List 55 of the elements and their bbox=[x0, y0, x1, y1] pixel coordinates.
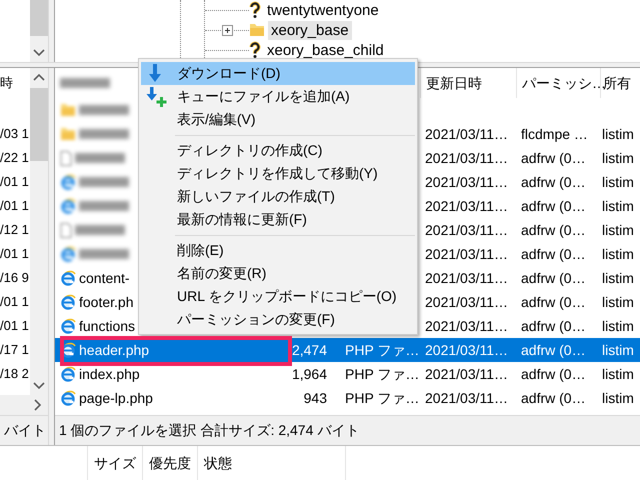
permissions-cell: adfrw (0… bbox=[521, 294, 586, 310]
size-cell: 943 bbox=[304, 390, 327, 406]
permissions-cell: adfrw (0… bbox=[521, 342, 586, 358]
status-text: 1 個のファイルを選択 合計サイズ: 2,474 バイト bbox=[59, 421, 360, 440]
status-text: バイト bbox=[4, 421, 46, 440]
type-cell: PHP ファ… bbox=[345, 366, 420, 382]
owner-cell: listim bbox=[602, 318, 634, 334]
permissions-cell: adfrw (0… bbox=[521, 318, 586, 334]
permissions-cell: adfrw (0… bbox=[521, 222, 586, 238]
date-cell: 2021/03/11… bbox=[425, 318, 508, 334]
date-cell: 2021/03/11… bbox=[425, 174, 508, 190]
owner-cell: listim bbox=[602, 294, 634, 310]
date-cell: 2021/03/11… bbox=[425, 222, 508, 238]
date-cell-text: /12 1 bbox=[0, 221, 29, 240]
date-cell-text: /01 1 bbox=[0, 293, 29, 312]
date-cell-text: /01 1 bbox=[0, 317, 29, 336]
owner-cell: listim bbox=[602, 366, 634, 382]
type-cell: PHP ファ… bbox=[345, 342, 420, 358]
date-cell-text: /16 9 bbox=[0, 269, 29, 288]
permissions-cell: flcdmpe … bbox=[521, 126, 588, 142]
date-cell-text: /01 1 bbox=[0, 245, 29, 264]
date-cell: 2021/03/11… bbox=[425, 126, 508, 142]
date-cell-text: /01 1 bbox=[0, 173, 29, 192]
size-cell: 2,474 bbox=[292, 342, 327, 358]
owner-cell: listim bbox=[602, 342, 634, 358]
date-cell: 2021/03/11… bbox=[425, 366, 508, 382]
date-cell: 2021/03/11… bbox=[425, 198, 508, 214]
owner-cell: listim bbox=[602, 390, 634, 406]
owner-cell: listim bbox=[602, 126, 634, 142]
date-cell-text: /18 2 bbox=[0, 365, 29, 384]
owner-cell: listim bbox=[602, 246, 634, 262]
date-cell-text: /01 1 bbox=[0, 197, 29, 216]
owner-cell: listim bbox=[602, 270, 634, 286]
date-cell-text: /22 1 bbox=[0, 149, 29, 168]
date-cell: 2021/03/11… bbox=[425, 150, 508, 166]
permissions-cell: adfrw (0… bbox=[521, 366, 586, 382]
permissions-cell: adfrw (0… bbox=[521, 174, 586, 190]
permissions-cell: adfrw (0… bbox=[521, 270, 586, 286]
permissions-cell: adfrw (0… bbox=[521, 246, 586, 262]
size-cell: 1,964 bbox=[292, 366, 327, 382]
permissions-cell: adfrw (0… bbox=[521, 198, 586, 214]
date-cell: 2021/03/11… bbox=[425, 294, 508, 310]
owner-cell: listim bbox=[602, 174, 634, 190]
date-cell-text: /17 1 bbox=[0, 341, 29, 360]
date-cell: 2021/03/11… bbox=[425, 390, 508, 406]
type-cell: PHP ファ… bbox=[345, 390, 420, 406]
owner-cell: listim bbox=[602, 222, 634, 238]
date-cell: 2021/03/11… bbox=[425, 246, 508, 262]
date-cell: 2021/03/11… bbox=[425, 342, 508, 358]
permissions-cell: adfrw (0… bbox=[521, 150, 586, 166]
owner-cell: listim bbox=[602, 150, 634, 166]
permissions-cell: adfrw (0… bbox=[521, 390, 586, 406]
owner-cell: listim bbox=[602, 198, 634, 214]
date-cell-text: /03 1 bbox=[0, 125, 29, 144]
date-cell: 2021/03/11… bbox=[425, 270, 508, 286]
